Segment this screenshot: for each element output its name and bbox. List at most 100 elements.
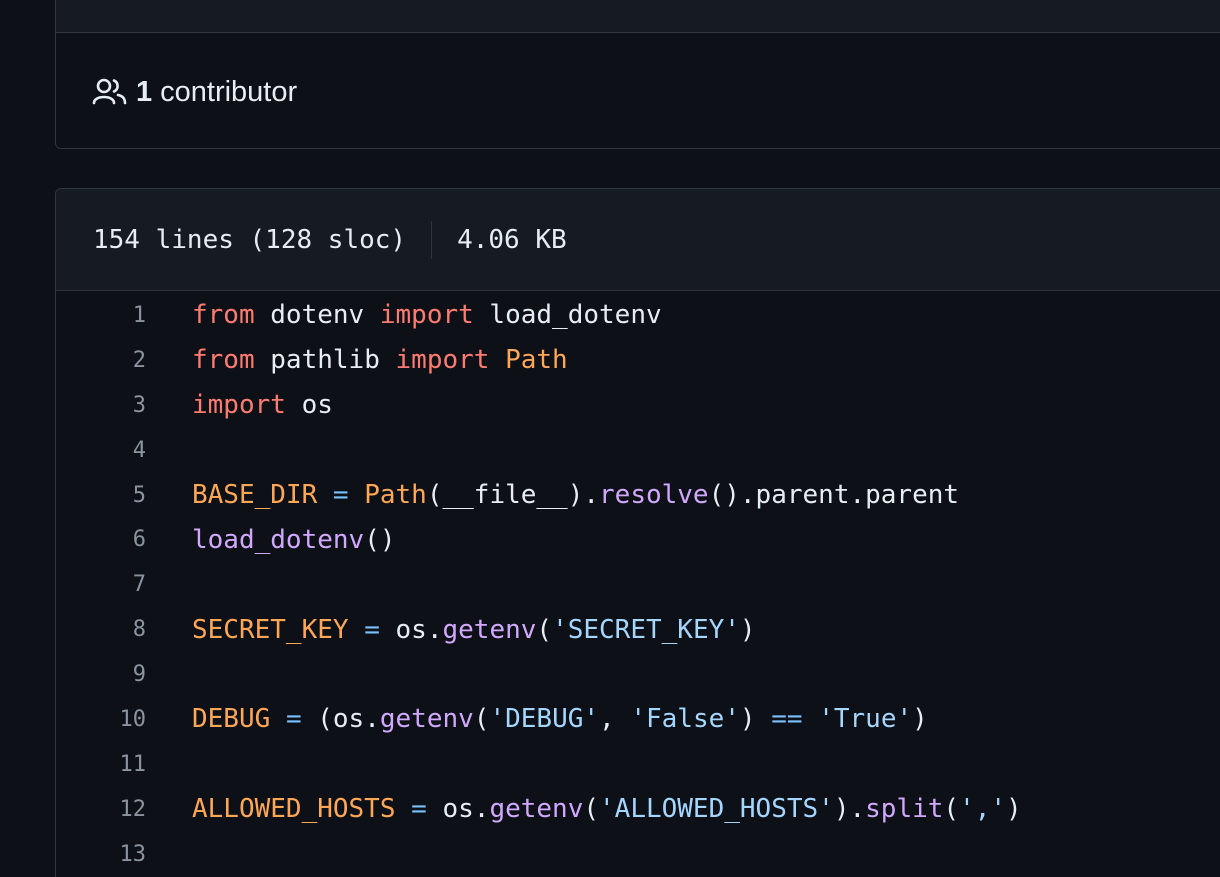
line-number[interactable]: 6 [56,527,192,552]
line-source: from pathlib import Path [192,345,568,375]
code-token: ) [912,704,928,735]
code-token: = [332,480,349,510]
line-number[interactable]: 4 [56,438,192,463]
contributor-label: contributor [160,75,298,108]
code-token: ) [739,614,756,645]
code-line: 10 DEBUG = (os.getenv('DEBUG', 'False') =… [56,697,1220,742]
line-source: SECRET_KEY = os.getenv('SECRET_KEY') [192,615,756,645]
code-token: os. [426,794,490,825]
code-token: from [192,300,255,331]
people-icon [92,77,128,107]
code-token: , [599,704,631,735]
code-token: 'True' [818,704,913,735]
line-number[interactable]: 8 [56,617,192,642]
code-line: 1 from dotenv import load_dotenv [56,293,1220,338]
code-token: import [395,345,490,376]
code-token: os [285,390,333,421]
code-line: 3 import os [56,383,1220,428]
line-number[interactable]: 2 [56,348,192,373]
code-token: Path [505,345,568,376]
code-token: dotenv [254,300,380,331]
file-info-bar: 154 lines (128 sloc) 4.06 KB [56,189,1220,291]
code-token: ). [833,794,866,825]
code-token: (__file__). [426,480,600,510]
line-source: ALLOWED_HOSTS = os.getenv('ALLOWED_HOSTS… [192,794,1022,824]
contributor-count: 1 [136,75,153,108]
code-token: split [865,794,944,825]
code-line: 13 [56,832,1220,877]
code-token: = [364,614,380,645]
code-line: 11 [56,742,1220,787]
line-source: load_dotenv() [192,525,396,555]
code-token: ( [943,794,960,825]
code-token: (os. [301,704,380,735]
code-token: 'SECRET_KEY' [552,614,740,645]
code-token: ( [536,614,553,645]
line-source: DEBUG = (os.getenv('DEBUG', 'False') == … [192,704,928,734]
line-source: import os [192,390,333,420]
code-line: 6 load_dotenv() [56,517,1220,562]
code-line: 8 SECRET_KEY = os.getenv('SECRET_KEY') [56,607,1220,652]
code-token: import [192,390,286,421]
file-info-divider [431,220,433,259]
code-token: = [411,794,427,825]
line-number[interactable]: 9 [56,662,192,687]
commit-header [56,0,1220,33]
code-line: 7 [56,562,1220,607]
code-token: pathlib [254,345,396,376]
line-number[interactable]: 11 [56,752,192,777]
code-token: ALLOWED_HOSTS [192,794,396,825]
code-token: 'DEBUG' [489,704,600,735]
file-viewer: 154 lines (128 sloc) 4.06 KB 1 from doten… [55,188,1220,877]
code-token: load_dotenv [473,300,662,331]
code-view[interactable]: 1 from dotenv import load_dotenv 2 from pat… [56,291,1220,877]
line-number[interactable]: 12 [56,797,192,822]
code-token: 'False' [630,704,740,735]
code-token: DEBUG [192,704,271,735]
code-token: ().parent.parent [708,480,960,510]
code-token: () [364,524,396,555]
code-token: getenv [379,704,474,735]
code-token: BASE_DIR [192,480,318,510]
code-token: 'ALLOWED_HOSTS' [599,794,834,825]
line-source: from dotenv import load_dotenv [192,300,662,330]
code-line: 9 [56,652,1220,697]
contributors-box: 1 contributor [55,0,1220,149]
line-number[interactable]: 3 [56,393,192,418]
code-line: 2 from pathlib import Path [56,338,1220,383]
code-line: 4 [56,428,1220,473]
code-token: os. [379,614,443,645]
code-token: from [192,345,255,376]
code-token: = [285,704,302,735]
line-count: 154 lines (128 sloc) [93,224,407,255]
code-line: 5 BASE_DIR = Path(__file__).resolve().par… [56,473,1220,518]
page-gutter [0,0,55,877]
code-token: ) [739,704,772,735]
code-token: ( [473,704,490,735]
line-number[interactable]: 7 [56,572,192,597]
line-number[interactable]: 5 [56,483,192,508]
code-token: ( [583,794,600,825]
line-number[interactable]: 13 [56,842,192,867]
line-source: BASE_DIR = Path(__file__).resolve().pare… [192,480,959,510]
code-token: resolve [599,480,709,510]
code-token: SECRET_KEY [192,614,349,645]
code-token: ',' [959,794,1007,825]
file-size: 4.06 KB [457,224,567,255]
code-token: getenv [489,794,584,825]
code-token: ) [1006,794,1022,825]
code-token: load_dotenv [192,524,365,555]
contributors-link[interactable]: 1 contributor [92,72,297,112]
line-number[interactable]: 10 [56,707,192,732]
code-token: getenv [442,614,537,645]
code-token: Path [364,480,427,510]
code-token: import [379,300,474,331]
line-number[interactable]: 1 [56,303,192,328]
